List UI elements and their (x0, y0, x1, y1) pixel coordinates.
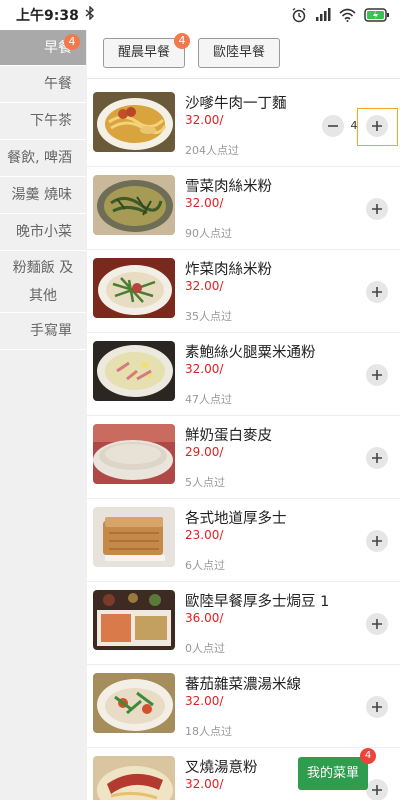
dish-price: 29.00/ (185, 445, 224, 459)
decrease-quantity-button[interactable] (322, 115, 344, 137)
dish-order-count: 0人点过 (185, 642, 225, 655)
menu-item[interactable]: 歐陸早餐厚多士焗豆 1 36.00/ 0人点过 (87, 582, 400, 665)
category-sidebar: 早餐 4 午餐 下午茶 餐飲, 啤酒 湯羹 燒味 晚市小菜 粉麵飯 及 其他 手… (0, 30, 87, 800)
dish-price: 32.00/ (185, 196, 224, 210)
add-to-order-button[interactable] (366, 530, 388, 552)
plus-icon (372, 702, 382, 712)
my-order-label: 我的菜單 (306, 766, 359, 781)
dish-price: 32.00/ (185, 694, 224, 708)
category-label: 餐飲, 啤酒 (7, 150, 72, 166)
dish-price: 23.00/ (185, 528, 224, 542)
dish-order-count: 35人点过 (185, 310, 232, 323)
add-to-order-button[interactable] (366, 364, 388, 386)
status-time: 上午9:38 (16, 8, 79, 24)
category-label: 手寫單 (30, 323, 72, 339)
minus-icon (328, 125, 338, 127)
menu-item[interactable]: 素鮑絲火腿粟米通粉 32.00/ 47人点过 (87, 333, 400, 416)
dish-image (93, 92, 175, 152)
dish-name: 鮮奶蛋白麥皮 (185, 428, 272, 444)
plus-icon (372, 453, 382, 463)
category-count-badge: 4 (64, 34, 80, 50)
subtab-count-badge: 4 (174, 33, 191, 49)
dish-order-count: 18人点过 (185, 725, 232, 738)
plus-icon (372, 204, 382, 214)
menu-item[interactable]: 炸菜肉絲米粉 32.00/ 35人点过 (87, 250, 400, 333)
category-drinks-beer[interactable]: 餐飲, 啤酒 (0, 140, 86, 177)
dish-price: 32.00/ (185, 113, 224, 127)
add-to-order-button[interactable] (366, 613, 388, 635)
plus-icon (372, 121, 382, 131)
add-to-order-button[interactable] (366, 198, 388, 220)
signal-icon (315, 8, 331, 22)
wifi-icon (339, 8, 356, 22)
dish-image (93, 590, 175, 650)
dish-order-count: 204人点过 (185, 144, 239, 157)
dish-image (93, 258, 175, 318)
bluetooth-icon (85, 5, 95, 24)
dish-price: 32.00/ (185, 279, 224, 293)
plus-icon (372, 536, 382, 546)
status-bar: 上午9:38 (0, 0, 400, 30)
divider (87, 78, 400, 79)
category-breakfast[interactable]: 早餐 4 (0, 30, 86, 66)
dish-order-count: 90人点过 (185, 227, 232, 240)
dish-image (93, 756, 175, 800)
add-to-order-button[interactable] (366, 447, 388, 469)
menu-item[interactable]: 雪菜肉絲米粉 32.00/ 90人点过 (87, 167, 400, 250)
dish-name: 蕃茄雜菜濃湯米線 (185, 677, 301, 693)
menu-item-list: 沙嗲牛肉一丁麵 32.00/ 204人点过 4 雪菜肉絲米粉 32.00/ 90… (87, 84, 400, 800)
subcategory-tabs: 醒晨早餐 4 歐陸早餐 (103, 33, 281, 68)
dish-name: 歐陸早餐厚多士焗豆 1 (185, 594, 330, 610)
plus-icon (372, 785, 382, 795)
category-dinner-dishes[interactable]: 晚市小菜 (0, 214, 86, 251)
dish-name: 炸菜肉絲米粉 (185, 262, 272, 278)
my-order-button[interactable]: 我的菜單 4 (298, 748, 376, 790)
dish-image (93, 424, 175, 484)
dish-image (93, 507, 175, 567)
add-to-order-button[interactable] (366, 779, 388, 800)
category-label-line2: 其他 (29, 287, 57, 304)
dish-image (93, 673, 175, 733)
plus-icon (372, 287, 382, 297)
alarm-icon (291, 7, 307, 23)
add-to-order-button[interactable] (366, 115, 388, 137)
category-label: 午餐 (44, 76, 72, 92)
add-to-order-button[interactable] (366, 696, 388, 718)
category-noodles-rice-other[interactable]: 粉麵飯 及 其他 (0, 251, 86, 313)
dish-name: 雪菜肉絲米粉 (185, 179, 272, 195)
category-handwritten-order[interactable]: 手寫單 (0, 313, 86, 350)
plus-icon (372, 619, 382, 629)
subtab-label: 醒晨早餐 (118, 45, 171, 60)
category-label: 晚市小菜 (16, 224, 72, 240)
order-count-badge: 4 (360, 748, 376, 764)
dish-order-count: 5人点过 (185, 476, 225, 489)
category-label: 湯羹 燒味 (11, 187, 72, 203)
dish-price: 32.00/ (185, 362, 224, 376)
dish-image (93, 341, 175, 401)
battery-icon (364, 8, 390, 22)
subtab-continental-breakfast[interactable]: 歐陸早餐 (198, 38, 281, 68)
dish-name: 素鮑絲火腿粟米通粉 (185, 345, 316, 361)
category-soup-roast[interactable]: 湯羹 燒味 (0, 177, 86, 214)
dish-name: 叉燒湯意粉 (185, 760, 258, 776)
menu-item[interactable]: 鮮奶蛋白麥皮 29.00/ 5人点过 (87, 416, 400, 499)
menu-item[interactable]: 蕃茄雜菜濃湯米線 32.00/ 18人点过 (87, 665, 400, 748)
dish-order-count: 47人点过 (185, 393, 232, 406)
dish-price: 36.00/ (185, 611, 224, 625)
plus-icon (372, 370, 382, 380)
dish-name: 各式地道厚多士 (185, 511, 287, 527)
category-lunch[interactable]: 午餐 (0, 66, 86, 103)
menu-item[interactable]: 沙嗲牛肉一丁麵 32.00/ 204人点过 4 (87, 84, 400, 167)
dish-order-count: 6人点过 (185, 559, 225, 572)
menu-item[interactable]: 各式地道厚多士 23.00/ 6人点过 (87, 499, 400, 582)
subtab-morning-breakfast[interactable]: 醒晨早餐 4 (103, 33, 191, 68)
category-label-line1: 粉麵飯 及 (12, 259, 74, 276)
category-afternoon-tea[interactable]: 下午茶 (0, 103, 86, 140)
subtab-label: 歐陸早餐 (213, 45, 266, 60)
dish-image (93, 175, 175, 235)
dish-price: 32.00/ (185, 777, 224, 791)
category-label: 下午茶 (30, 113, 72, 129)
add-to-order-button[interactable] (366, 281, 388, 303)
dish-name: 沙嗲牛肉一丁麵 (185, 96, 287, 112)
